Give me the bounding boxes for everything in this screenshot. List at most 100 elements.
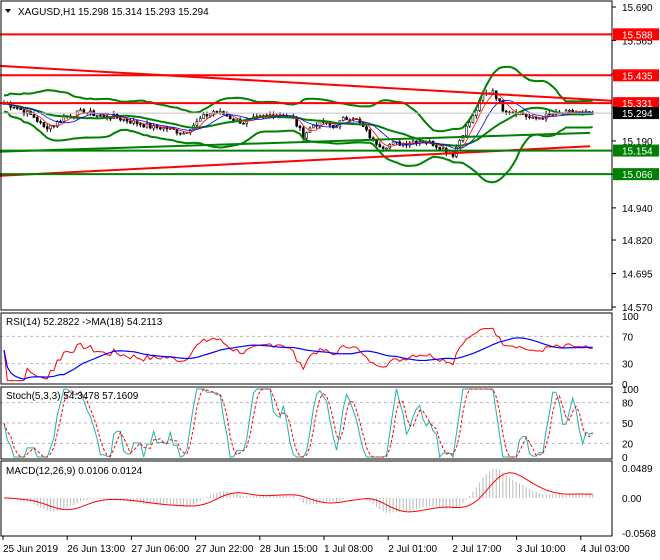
candle: [208, 113, 212, 117]
candle: [32, 114, 36, 118]
main-price-panel[interactable]: [0, 33, 613, 184]
candle: [548, 113, 551, 116]
candle: [142, 124, 145, 128]
macd-signal-line: [3, 472, 593, 513]
candle: [538, 117, 541, 120]
stoch-tick: 20: [622, 439, 634, 450]
candle: [568, 109, 571, 112]
level-badge-label: 15.435: [622, 71, 653, 82]
candle: [528, 116, 531, 118]
stoch-tick: 0: [622, 453, 628, 464]
time-label: 27 Jun 22:00: [196, 544, 254, 555]
candle: [42, 122, 46, 127]
candle: [49, 125, 52, 130]
candle: [534, 117, 538, 119]
rsi-label: RSI(14) 52.2822 ->MA(18) 54.2113: [6, 317, 163, 328]
collapse-arrow-icon[interactable]: [5, 9, 11, 13]
candle: [378, 144, 382, 148]
candle: [491, 90, 495, 94]
candle: [16, 107, 19, 109]
current-price-label: 15.294: [622, 109, 653, 120]
rsi-panel[interactable]: [0, 327, 612, 382]
candle: [215, 111, 219, 113]
candle: [218, 111, 222, 113]
stoch-tick: 80: [622, 399, 634, 410]
trendline-green-ascending: [0, 131, 591, 153]
candle: [464, 125, 468, 136]
candle: [35, 116, 39, 122]
candle: [139, 123, 142, 126]
candle: [99, 115, 102, 117]
candle: [385, 147, 388, 150]
candle: [62, 116, 66, 122]
candle: [504, 110, 508, 113]
candle: [391, 141, 395, 145]
candle: [498, 98, 501, 101]
candle: [19, 107, 22, 110]
candle: [39, 121, 42, 123]
stoch-tick: 100: [622, 385, 639, 396]
candle: [242, 122, 245, 125]
candle: [119, 117, 122, 121]
time-label: 2 Jul 17:00: [452, 544, 501, 555]
candle: [198, 118, 202, 122]
price-tick-label: 14.940: [622, 204, 653, 215]
price-tick-label: 15.690: [622, 3, 653, 14]
time-label: 1 Jul 08:00: [324, 544, 373, 555]
candle: [45, 126, 49, 130]
level-badge-label: 15.588: [622, 30, 653, 41]
candle: [79, 109, 82, 112]
ohlc-label: 15.298 15.314 15.293 15.294: [78, 7, 209, 18]
chart-canvas[interactable]: XAGUSD,H1 15.298 15.314 15.293 15.294 RS…: [0, 0, 660, 560]
candle: [305, 132, 308, 139]
candle: [182, 132, 185, 135]
panel-frame: [0, 0, 613, 311]
price-tick-label: 14.820: [622, 236, 653, 247]
candle: [365, 126, 368, 131]
macd-tick: 0.0489: [622, 464, 653, 475]
candle: [205, 114, 209, 117]
candle: [202, 114, 205, 120]
macd-label: MACD(12,26,9) 0.0106 0.0124: [6, 466, 143, 477]
candle: [129, 121, 132, 124]
time-label: 27 Jun 06:00: [131, 544, 189, 555]
time-label: 3 Jul 10:00: [517, 544, 566, 555]
price-tick-label: 14.695: [622, 270, 653, 281]
candle: [232, 118, 235, 122]
macd-tick: -0.0568: [622, 529, 656, 540]
level-badge-label: 15.066: [622, 170, 653, 181]
candle: [178, 132, 182, 135]
candle: [551, 113, 555, 116]
candle: [411, 140, 415, 144]
time-label: 4 Jul 03:00: [581, 544, 630, 555]
trading-chart-window: XAGUSD,H1 15.298 15.314 15.293 15.294 RS…: [0, 0, 660, 560]
candle: [195, 120, 199, 126]
rsi-tick: 30: [622, 360, 634, 371]
rsi-ma-line: [3, 337, 593, 380]
level-badge-label: 15.154: [622, 147, 653, 158]
rsi-tick: 70: [622, 332, 634, 343]
time-label: 28 Jun 15:00: [260, 544, 318, 555]
time-label: 26 Jun 13:00: [67, 544, 125, 555]
candle: [298, 125, 302, 129]
candle: [122, 118, 126, 121]
candle: [125, 118, 129, 122]
candle: [12, 106, 16, 109]
candle: [468, 122, 471, 127]
candle: [335, 126, 338, 129]
stoch-label: Stoch(5,3,3) 54.3478 57.1609: [6, 391, 139, 402]
candle: [368, 129, 372, 139]
macd-tick: 0.00: [622, 494, 642, 505]
candle: [345, 117, 348, 121]
bollinger-middle: [3, 102, 593, 147]
candle: [435, 145, 438, 148]
candle: [438, 146, 441, 151]
trendline-red-descending: [0, 64, 613, 102]
time-label: 25 Jun 2019: [3, 544, 58, 555]
stoch-tick: 50: [622, 419, 634, 430]
candle: [228, 115, 232, 120]
candle: [381, 146, 385, 149]
candle: [501, 100, 505, 112]
candle: [531, 117, 535, 119]
candle: [95, 115, 99, 117]
